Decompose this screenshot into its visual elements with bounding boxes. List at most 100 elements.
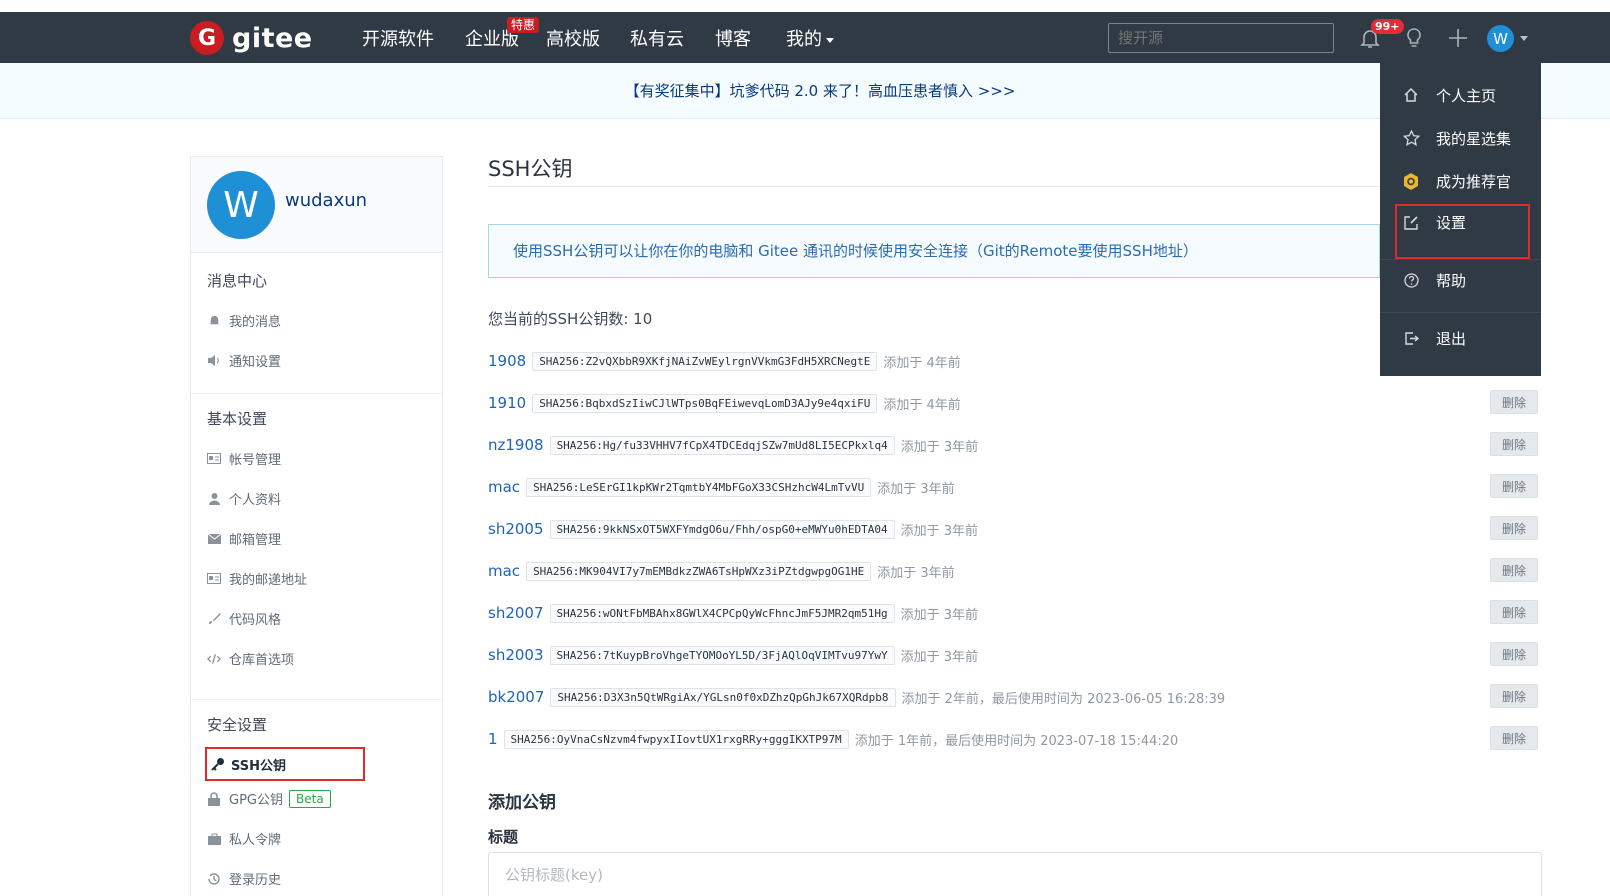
ssh-key-row: mac SHA256:MK904VI7y7mEMBdkzZWA6TsHpWXz3… (488, 558, 955, 584)
user-dropdown-menu: 个人主页 我的星选集 成为推荐官 设置 帮助 退出 (1380, 63, 1541, 376)
key-title-label: 标题 (488, 828, 519, 846)
ssh-key-fingerprint: SHA256:9kkNSxOT5WXFYmdgO6u/Fhh/ospG0+eMW… (549, 519, 895, 539)
ssh-key-row: sh2003 SHA256:7tKuypBroVhgeTYOMOoYL5D/3F… (488, 642, 978, 668)
page-title: SSH公钥 (488, 157, 573, 181)
sidebar-item-email[interactable]: 邮箱管理 (207, 529, 281, 548)
sidebar-item-repo-preferences[interactable]: 仓库首选项 (207, 649, 294, 668)
menu-item-starred[interactable]: 我的星选集 (1402, 125, 1511, 151)
ssh-key-fingerprint: SHA256:BqbxdSzIiwCJlWTps0BqFEiwevqLomD3A… (532, 393, 878, 413)
gitee-logo[interactable]: G gitee (190, 21, 313, 55)
nav-private-cloud[interactable]: 私有云 (630, 25, 684, 51)
nav-mine-label: 我的 (786, 29, 822, 50)
ssh-key-name[interactable]: sh2003 (488, 646, 544, 664)
sidebar-item-label: 帐号管理 (229, 453, 282, 468)
ssh-key-row: 1 SHA256:OyVnaCsNzvm4fwpyxIIovtUX1rxgRRy… (488, 726, 1178, 752)
add-key-title: 添加公钥 (488, 793, 556, 813)
lock-icon (207, 791, 221, 806)
delete-button[interactable]: 删除 (1490, 474, 1538, 498)
sidebar-item-label: SSH公钥 (231, 758, 287, 774)
key-icon (211, 757, 225, 771)
sidebar-item-label: GPG公钥 (229, 793, 283, 808)
delete-button[interactable]: 删除 (1490, 726, 1538, 750)
ssh-key-row: sh2007 SHA256:wONtFbMBAhx8GWlX4CPCpQyWcF… (488, 600, 978, 626)
username[interactable]: wudaxun (285, 190, 367, 211)
settings-sidebar: W wudaxun 消息中心 我的消息 通知设置 基本设置 帐号管理 个人资料 … (190, 156, 443, 896)
sidebar-item-notification-settings[interactable]: 通知设置 (207, 351, 281, 370)
delete-button[interactable]: 删除 (1490, 390, 1538, 414)
sidebar-item-profile[interactable]: 个人资料 (207, 489, 281, 508)
sidebar-item-account[interactable]: 帐号管理 (207, 449, 281, 468)
delete-button[interactable]: 删除 (1490, 600, 1538, 624)
menu-item-help[interactable]: 帮助 (1402, 267, 1466, 293)
sidebar-item-label: 登录历史 (229, 873, 282, 888)
nav-blog[interactable]: 博客 (715, 25, 751, 51)
ssh-info-banner: 使用SSH公钥可以让你在你的电脑和 Gitee 通讯的时候使用安全连接（Git的… (488, 224, 1380, 278)
menu-item-homepage[interactable]: 个人主页 (1402, 82, 1496, 108)
ssh-key-added: 添加于 4年前 (883, 355, 961, 371)
menu-item-label: 设置 (1436, 213, 1467, 232)
nav-opensource[interactable]: 开源软件 (362, 25, 434, 51)
top-nav: G gitee 开源软件 企业版 特惠 高校版 私有云 博客 我的 99+ W (0, 12, 1610, 63)
ssh-key-fingerprint: SHA256:7tKuypBroVhgeTYOMOoYL5D/3FjAQlOqV… (549, 645, 895, 665)
ssh-key-name[interactable]: sh2005 (488, 520, 544, 538)
lightbulb-icon[interactable] (1402, 26, 1426, 50)
sidebar-item-ssh-keys[interactable]: SSH公钥 (205, 747, 365, 781)
sidebar-item-my-messages[interactable]: 我的消息 (207, 311, 281, 330)
briefcase-icon (207, 832, 221, 846)
section-title-basic: 基本设置 (207, 410, 268, 428)
ssh-key-name[interactable]: nz1908 (488, 436, 544, 454)
key-title-input[interactable] (488, 852, 1542, 896)
address-card-icon (207, 572, 221, 586)
beta-badge: Beta (289, 789, 331, 808)
ssh-key-name[interactable]: 1910 (488, 394, 526, 412)
ssh-key-name[interactable]: sh2007 (488, 604, 544, 622)
ssh-key-added: 添加于 3年前 (877, 565, 955, 581)
ssh-key-name[interactable]: 1908 (488, 352, 526, 370)
sidebar-item-private-tokens[interactable]: 私人令牌 (207, 829, 281, 848)
sidebar-item-label: 通知设置 (229, 355, 282, 370)
ssh-key-name[interactable]: mac (488, 478, 520, 496)
bell-icon (207, 314, 221, 328)
sidebar-item-label: 邮箱管理 (229, 533, 282, 548)
promo-banner[interactable]: 【有奖征集中】坑爹代码 2.0 来了！高血压患者慎入 >>> (0, 63, 1610, 119)
search-input[interactable] (1108, 23, 1334, 53)
menu-item-settings[interactable]: 设置 (1402, 209, 1466, 235)
menu-item-label: 个人主页 (1436, 86, 1497, 105)
sidebar-item-postal-address[interactable]: 我的邮递地址 (207, 569, 307, 588)
avatar-chevron-down-icon (1520, 36, 1528, 41)
plus-icon[interactable] (1446, 26, 1470, 50)
ssh-key-row: 1908 SHA256:Z2vQXbbR9XKfjNAiZvWEylrgnVVk… (488, 348, 961, 374)
menu-item-label: 我的星选集 (1436, 129, 1512, 148)
delete-button[interactable]: 删除 (1490, 432, 1538, 456)
user-avatar-button[interactable]: W (1487, 25, 1514, 52)
sidebar-item-gpg-keys[interactable]: GPG公钥 Beta (207, 789, 331, 808)
avatar[interactable]: W (207, 171, 275, 239)
ssh-key-name[interactable]: mac (488, 562, 520, 580)
brush-icon (207, 612, 221, 626)
ssh-key-fingerprint: SHA256:wONtFbMBAhx8GWlX4CPCpQyWcFhncJmF5… (549, 603, 895, 623)
ssh-key-name[interactable]: bk2007 (488, 688, 544, 706)
ssh-key-fingerprint: SHA256:Hg/fu33VHHV7fCpX4TDCEdqjSZw7mUd8L… (549, 435, 895, 455)
ssh-key-row: sh2005 SHA256:9kkNSxOT5WXFYmdgO6u/Fhh/os… (488, 516, 978, 542)
ssh-key-row: nz1908 SHA256:Hg/fu33VHHV7fCpX4TDCEdqjSZ… (488, 432, 978, 458)
sidebar-item-label: 我的邮递地址 (229, 573, 308, 588)
top-whitespace (0, 0, 1610, 12)
delete-button[interactable]: 删除 (1490, 642, 1538, 666)
ssh-key-fingerprint: SHA256:D3X3n5QtWRgiAx/YGLsn0f0xDZhzQpGhJ… (550, 687, 896, 707)
nav-university[interactable]: 高校版 (546, 25, 600, 51)
menu-divider (1380, 312, 1541, 313)
help-icon (1402, 271, 1420, 289)
sidebar-item-label: 私人令牌 (229, 833, 282, 848)
menu-item-referrer[interactable]: 成为推荐官 (1402, 168, 1511, 194)
star-icon (1402, 129, 1420, 147)
delete-button[interactable]: 删除 (1490, 558, 1538, 582)
delete-button[interactable]: 删除 (1490, 684, 1538, 708)
sidebar-item-code-style[interactable]: 代码风格 (207, 609, 281, 628)
gitee-logo-text: gitee (232, 22, 313, 54)
notification-count-badge: 99+ (1371, 19, 1404, 34)
sidebar-item-login-history[interactable]: 登录历史 (207, 869, 281, 888)
nav-mine[interactable]: 我的 (786, 25, 834, 51)
menu-item-logout[interactable]: 退出 (1402, 325, 1466, 351)
ssh-key-name[interactable]: 1 (488, 730, 498, 748)
delete-button[interactable]: 删除 (1490, 516, 1538, 540)
